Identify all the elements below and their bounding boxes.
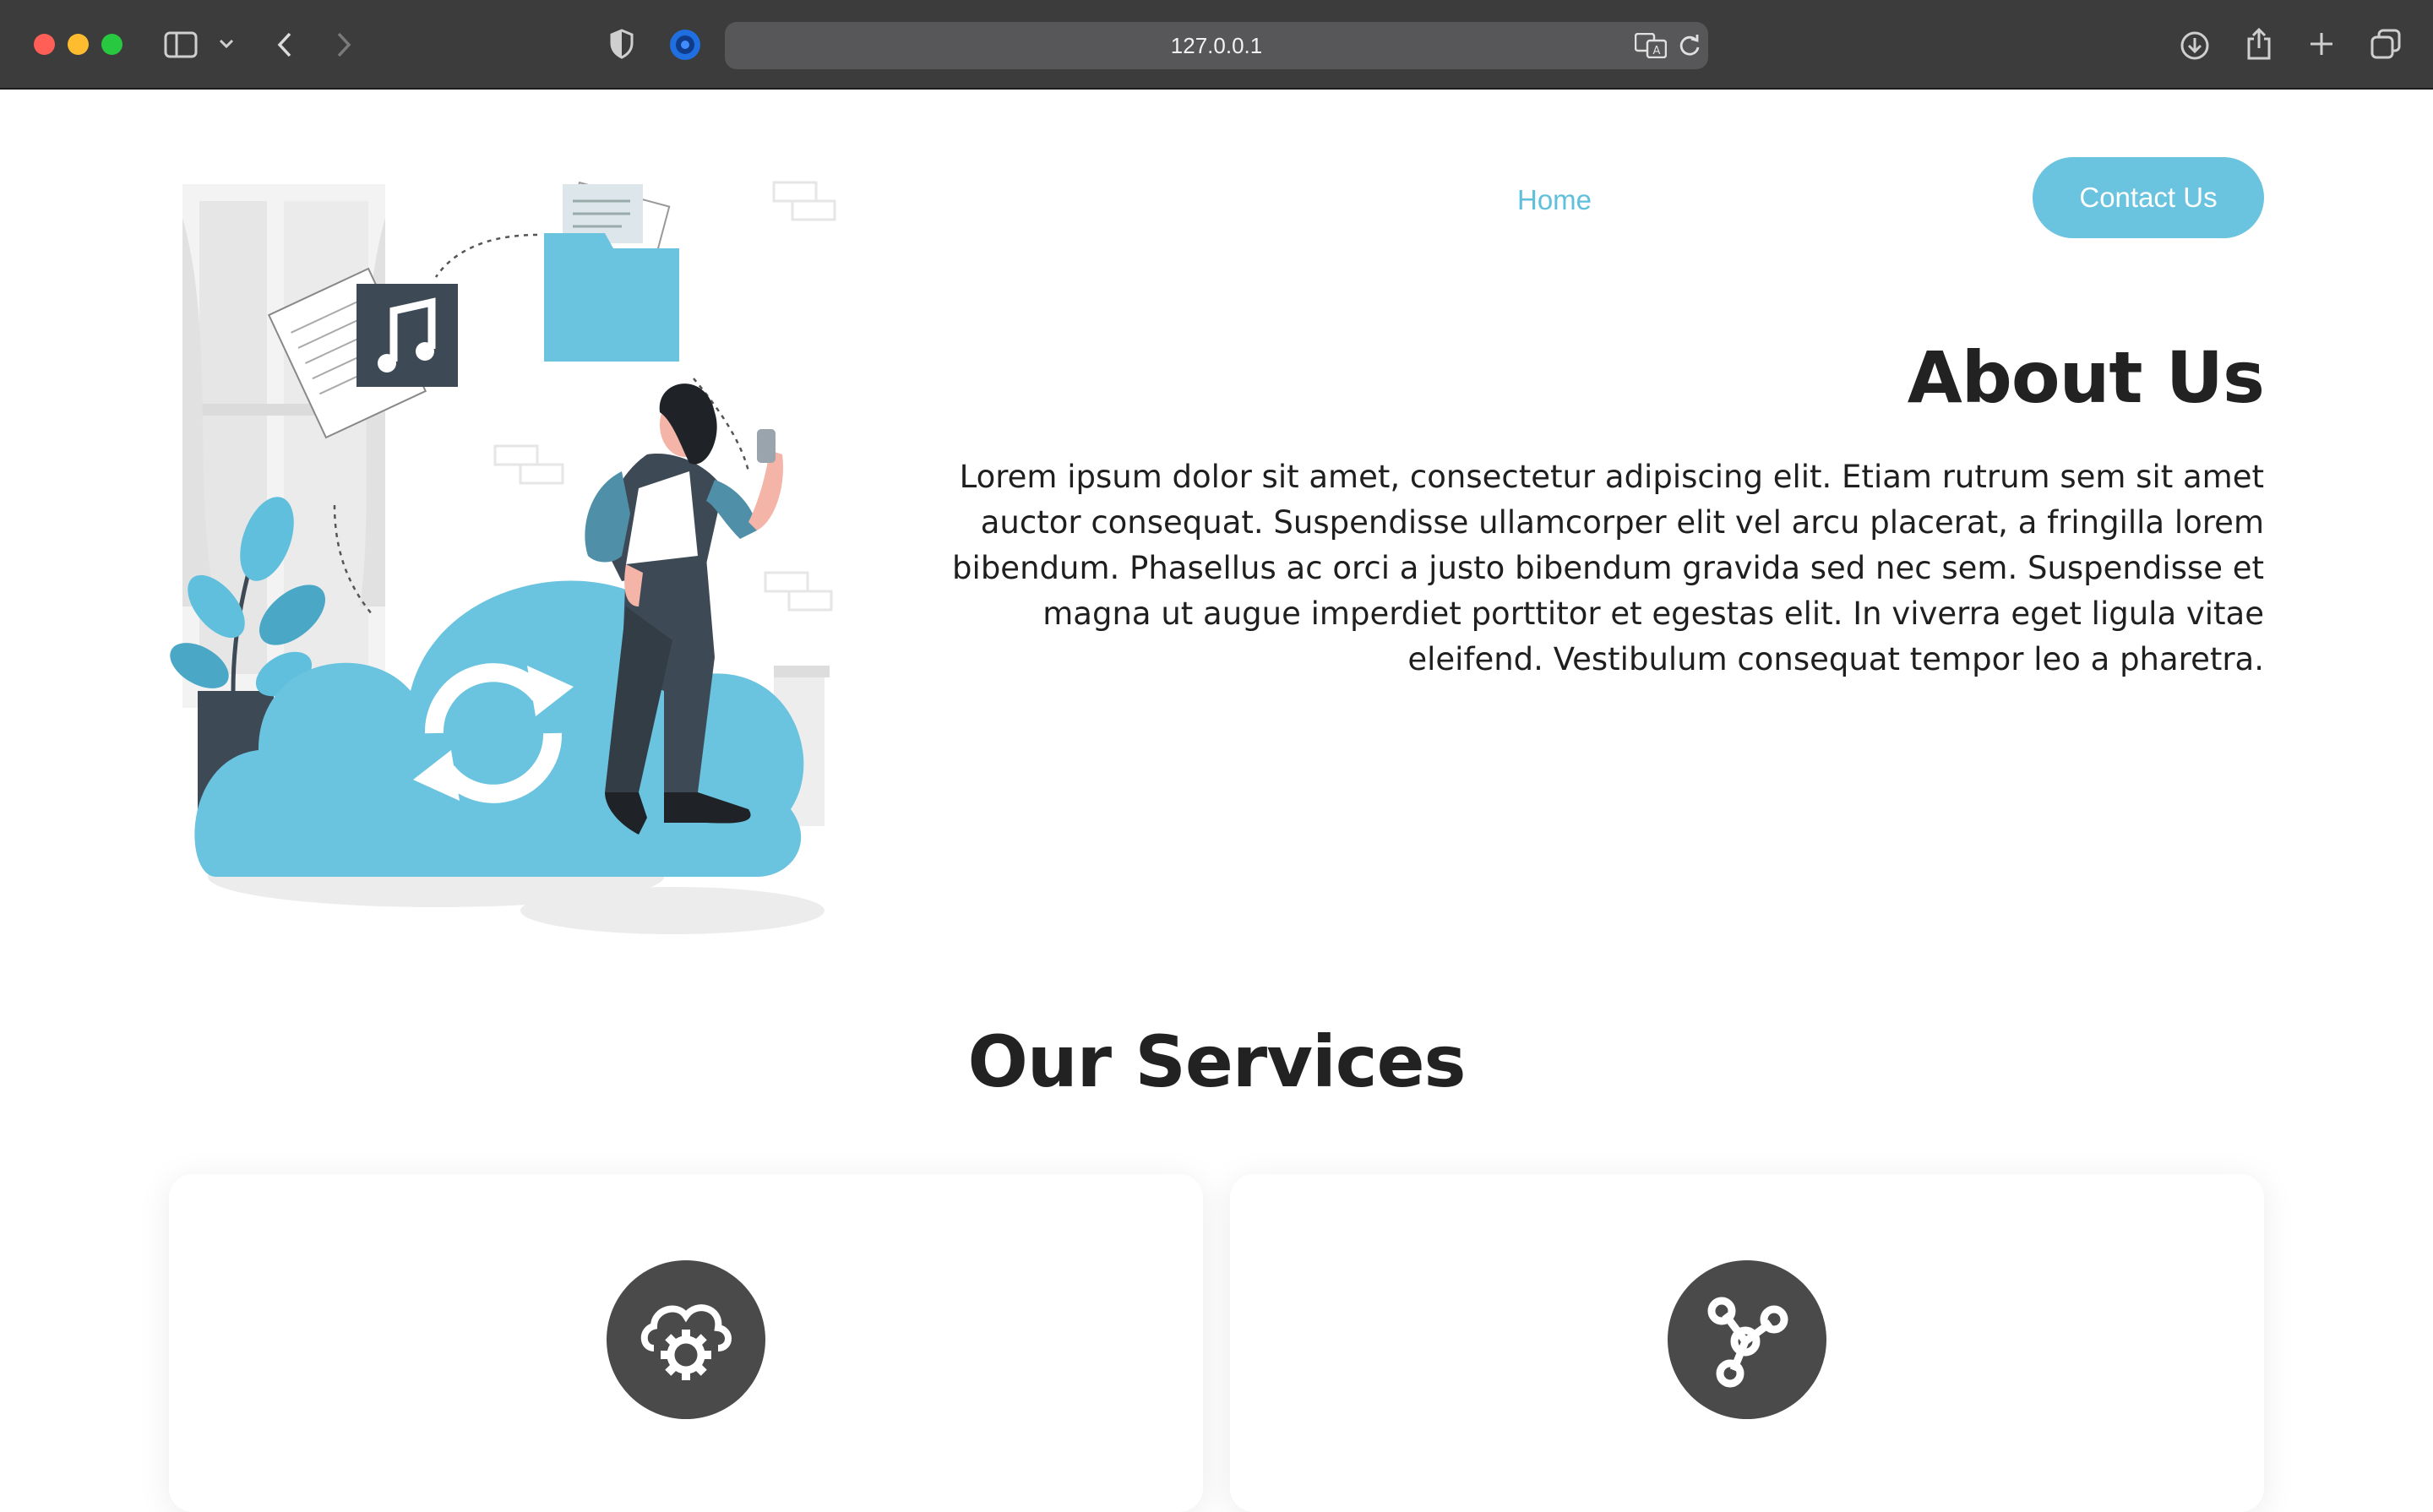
download-icon[interactable] <box>2178 29 2212 63</box>
hero-illustration <box>166 167 850 944</box>
contact-us-button[interactable]: Contact Us <box>2033 157 2264 238</box>
minimize-window-button[interactable] <box>68 34 89 55</box>
extension-icon[interactable] <box>667 27 703 63</box>
service-card[interactable] <box>169 1174 1203 1512</box>
tabs-overview-icon[interactable] <box>2369 27 2403 61</box>
about-body-text: Lorem ipsum dolor sit amet, consectetur … <box>952 459 2264 677</box>
url-text: 127.0.0.1 <box>1170 33 1263 58</box>
plus-icon[interactable] <box>2306 29 2337 59</box>
nav-home-link[interactable]: Home <box>1487 179 1622 221</box>
network-nodes-icon <box>1668 1260 1826 1419</box>
sidebar-icon[interactable] <box>162 29 199 61</box>
services-heading: Our Services <box>967 1020 1466 1103</box>
service-card[interactable] <box>1230 1174 2264 1512</box>
close-window-button[interactable] <box>34 34 55 55</box>
browser-toolbar: 127.0.0.1 A <box>0 0 2433 90</box>
translate-icon[interactable]: A <box>1634 32 1668 59</box>
folder-illustration <box>544 181 679 362</box>
share-icon[interactable] <box>2244 25 2274 63</box>
about-heading: About Us <box>1907 336 2265 419</box>
cloud-gear-icon <box>607 1260 765 1419</box>
chevron-down-icon[interactable] <box>216 34 237 54</box>
svg-text:A: A <box>1653 45 1661 57</box>
chevron-right-icon[interactable] <box>331 29 357 61</box>
chevron-left-icon[interactable] <box>272 29 297 61</box>
web-page: Home Contact Us About Us Lorem ipsum dol… <box>0 91 2433 1512</box>
address-bar[interactable]: 127.0.0.1 A <box>725 22 1708 69</box>
zoom-window-button[interactable] <box>101 34 122 55</box>
shield-icon[interactable] <box>607 27 637 61</box>
reload-icon[interactable] <box>1676 32 1703 59</box>
